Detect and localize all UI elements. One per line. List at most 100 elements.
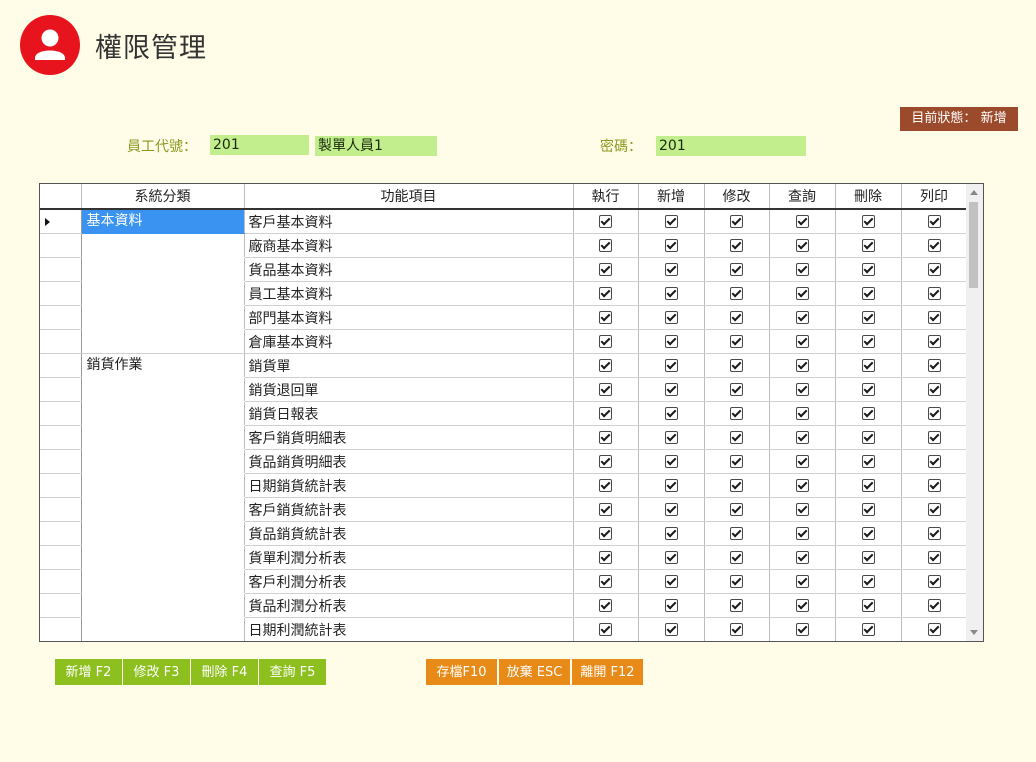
column-header[interactable]: 功能項目 (244, 184, 574, 210)
function-item-cell[interactable]: 貨品基本資料 (244, 257, 574, 282)
row-header-cell[interactable] (40, 329, 82, 354)
function-item-cell[interactable]: 客戶利潤分析表 (244, 569, 574, 594)
delete-checkbox[interactable] (861, 407, 875, 420)
print-checkbox[interactable] (927, 599, 941, 612)
delete-checkbox[interactable] (861, 359, 875, 372)
category-cell[interactable] (81, 545, 245, 570)
print-checkbox[interactable] (927, 311, 941, 324)
delete-checkbox[interactable] (861, 431, 875, 444)
print-checkbox[interactable] (927, 527, 941, 540)
column-header[interactable]: 執行 (573, 184, 639, 210)
row-header-cell[interactable] (40, 233, 82, 258)
row-header-cell[interactable] (40, 521, 82, 546)
query-checkbox[interactable] (795, 407, 809, 420)
row-header-cell[interactable] (40, 401, 82, 426)
table-row[interactable]: 銷貨作業 銷貨單 (40, 353, 968, 378)
category-cell[interactable] (81, 401, 245, 426)
delete-checkbox[interactable] (861, 599, 875, 612)
save-button[interactable]: 存檔F10 (426, 659, 497, 685)
password-field[interactable] (656, 136, 806, 156)
function-item-cell[interactable]: 員工基本資料 (244, 281, 574, 306)
add-checkbox[interactable] (664, 479, 678, 492)
category-cell[interactable] (81, 593, 245, 618)
column-header[interactable]: 刪除 (835, 184, 902, 210)
execute-checkbox[interactable] (599, 407, 612, 420)
edit-checkbox[interactable] (730, 335, 743, 348)
query-checkbox[interactable] (795, 335, 809, 348)
emp-code-field[interactable] (210, 135, 309, 155)
table-row[interactable]: 銷貨退回單 (40, 377, 968, 402)
add-checkbox[interactable] (664, 431, 678, 444)
column-header[interactable]: 查詢 (769, 184, 836, 210)
emp-name-field[interactable] (315, 136, 437, 156)
function-item-cell[interactable]: 貨品銷貨統計表 (244, 521, 574, 546)
category-cell[interactable] (81, 569, 245, 594)
add-checkbox[interactable] (664, 215, 678, 228)
grid-vertical-scrollbar[interactable] (966, 184, 983, 641)
add-checkbox[interactable] (664, 335, 678, 348)
delete-checkbox[interactable] (861, 263, 875, 276)
table-row[interactable]: 倉庫基本資料 (40, 329, 968, 354)
print-checkbox[interactable] (927, 623, 941, 636)
delete-checkbox[interactable] (861, 455, 875, 468)
execute-checkbox[interactable] (599, 431, 612, 444)
table-row[interactable]: 貨品銷貨明細表 (40, 449, 968, 474)
row-header-cell[interactable] (40, 377, 82, 402)
delete-button[interactable]: 刪除 F4 (191, 659, 258, 685)
print-checkbox[interactable] (927, 359, 941, 372)
delete-checkbox[interactable] (861, 527, 875, 540)
query-checkbox[interactable] (795, 215, 809, 228)
edit-checkbox[interactable] (730, 287, 743, 300)
print-checkbox[interactable] (927, 503, 941, 516)
table-row[interactable]: 貨品銷貨統計表 (40, 521, 968, 546)
table-row[interactable]: 客戶銷貨明細表 (40, 425, 968, 450)
row-header-cell[interactable] (40, 353, 82, 378)
function-item-cell[interactable]: 貨單利潤分析表 (244, 545, 574, 570)
category-cell[interactable] (81, 281, 245, 306)
edit-checkbox[interactable] (730, 383, 743, 396)
table-row[interactable]: 部門基本資料 (40, 305, 968, 330)
function-item-cell[interactable]: 倉庫基本資料 (244, 329, 574, 354)
permission-grid[interactable]: 系統分類 功能項目 執行 新增 修改 查詢 刪除 列印 基本資料 客戶基本資料 廠商… (39, 183, 984, 642)
print-checkbox[interactable] (927, 383, 941, 396)
delete-checkbox[interactable] (861, 503, 875, 516)
edit-button[interactable]: 修改 F3 (123, 659, 190, 685)
delete-checkbox[interactable] (861, 383, 875, 396)
print-checkbox[interactable] (927, 455, 941, 468)
delete-checkbox[interactable] (861, 335, 875, 348)
edit-checkbox[interactable] (730, 311, 743, 324)
column-header[interactable]: 新增 (638, 184, 705, 210)
category-cell[interactable] (81, 473, 245, 498)
query-checkbox[interactable] (795, 263, 809, 276)
execute-checkbox[interactable] (599, 239, 612, 252)
query-button[interactable]: 查詢 F5 (259, 659, 326, 685)
query-checkbox[interactable] (795, 479, 809, 492)
table-row[interactable]: 銷貨日報表 (40, 401, 968, 426)
category-cell[interactable] (81, 305, 245, 330)
execute-checkbox[interactable] (599, 263, 612, 276)
category-cell[interactable] (81, 449, 245, 474)
exit-button[interactable]: 離開 F12 (572, 659, 643, 685)
row-header-cell[interactable] (40, 545, 82, 570)
table-row[interactable]: 貨品基本資料 (40, 257, 968, 282)
delete-checkbox[interactable] (861, 623, 875, 636)
category-cell[interactable] (81, 329, 245, 354)
table-row[interactable]: 日期銷貨統計表 (40, 473, 968, 498)
query-checkbox[interactable] (795, 287, 809, 300)
edit-checkbox[interactable] (730, 623, 743, 636)
execute-checkbox[interactable] (599, 335, 612, 348)
function-item-cell[interactable]: 客戶銷貨明細表 (244, 425, 574, 450)
edit-checkbox[interactable] (730, 551, 743, 564)
add-checkbox[interactable] (664, 287, 678, 300)
print-checkbox[interactable] (927, 287, 941, 300)
execute-checkbox[interactable] (599, 215, 612, 228)
category-cell[interactable]: 銷貨作業 (81, 353, 245, 378)
table-row[interactable]: 日期利潤統計表 (40, 617, 968, 641)
row-header-cell[interactable] (40, 257, 82, 282)
execute-checkbox[interactable] (599, 359, 612, 372)
query-checkbox[interactable] (795, 599, 809, 612)
query-checkbox[interactable] (795, 431, 809, 444)
print-checkbox[interactable] (927, 407, 941, 420)
category-cell[interactable] (81, 377, 245, 402)
category-cell[interactable]: 基本資料 (81, 209, 245, 234)
